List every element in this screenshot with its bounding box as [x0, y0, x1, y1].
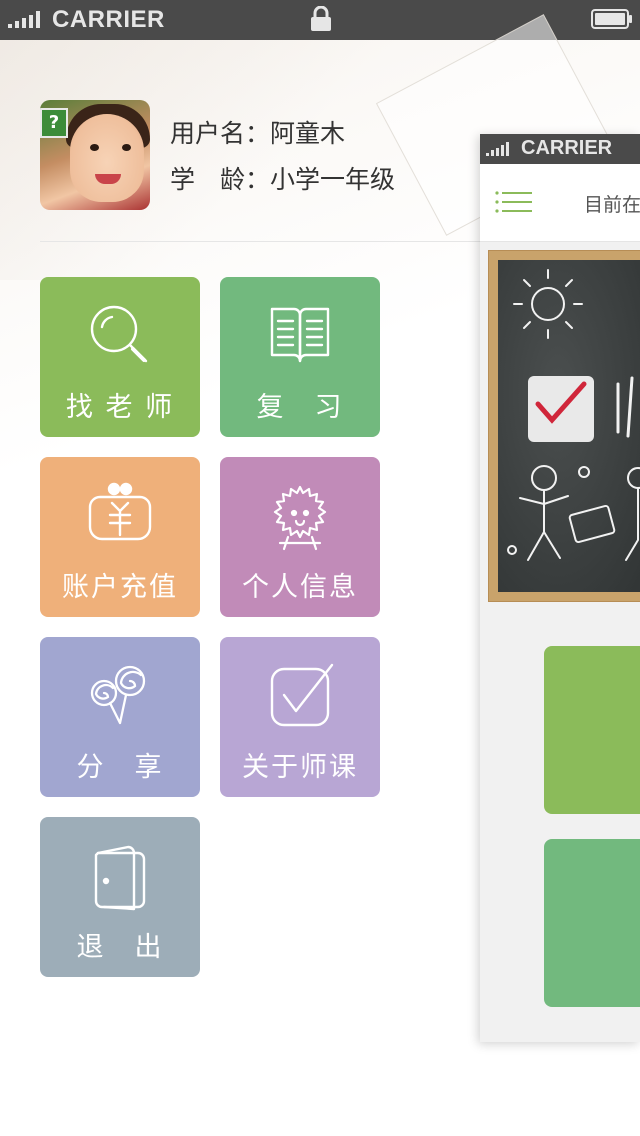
personal-info-button[interactable]: 个人信息	[220, 457, 380, 617]
signal-bars-icon	[486, 142, 509, 156]
avatar-eye	[90, 144, 99, 151]
share-button[interactable]: 分 享	[40, 637, 200, 797]
username-row: 用户名：阿童木	[170, 114, 345, 150]
status-bar: CARRIER	[0, 0, 640, 40]
find-teacher-button[interactable]: 找 老 师	[40, 277, 200, 437]
lock-icon	[311, 6, 331, 31]
find-teacher-label: 找 老 师	[65, 392, 175, 423]
money-bag-icon	[80, 479, 160, 559]
account-recharge-label: 账户充值	[62, 572, 178, 603]
letter-block-icon: ?	[40, 108, 68, 138]
share-label: 分 享	[76, 752, 164, 783]
magnifier-icon	[80, 299, 160, 379]
open-book-icon	[260, 299, 340, 379]
checkbox-icon	[260, 659, 340, 739]
fluffy-character-icon	[260, 479, 340, 559]
signal-bars-icon	[8, 10, 40, 28]
grade-value: 小学一年级	[270, 165, 396, 194]
main-screen-preview[interactable]: CARRIER 目前在	[480, 134, 640, 1042]
review-button[interactable]: 复 习	[220, 277, 380, 437]
username-value: 阿童木	[270, 119, 346, 148]
lollipop-icon	[80, 659, 160, 739]
profile-divider	[40, 241, 480, 242]
avatar-eye	[122, 144, 131, 151]
preview-carrier: CARRIER	[521, 137, 613, 159]
username-label: 用户名：	[170, 119, 271, 148]
about-button[interactable]: 关于师课	[220, 637, 380, 797]
hamburger-menu-icon[interactable]	[494, 189, 534, 217]
logout-label: 退 出	[76, 932, 164, 963]
battery-icon	[591, 9, 632, 29]
review-label: 复 习	[256, 392, 344, 423]
account-recharge-button[interactable]: 账户充值	[40, 457, 200, 617]
personal-info-label: 个人信息	[242, 572, 358, 603]
logout-button[interactable]: 退 出	[40, 817, 200, 977]
preview-status-bar: CARRIER	[480, 134, 640, 164]
chalkboard-illustration	[498, 260, 640, 592]
preview-title: 目前在	[584, 194, 640, 216]
avatar[interactable]: ?	[40, 100, 150, 210]
about-label: 关于师课	[242, 752, 358, 783]
grade-label: 学 龄：	[170, 165, 271, 194]
avatar-face	[70, 114, 144, 202]
preview-header: 目前在	[480, 164, 640, 242]
preview-card[interactable]	[544, 839, 640, 1007]
exit-door-icon	[80, 839, 160, 919]
carrier-name: CARRIER	[52, 6, 165, 33]
chalkboard-banner	[488, 250, 640, 602]
preview-card[interactable]	[544, 646, 640, 814]
grade-row: 学 龄：小学一年级	[170, 160, 395, 196]
